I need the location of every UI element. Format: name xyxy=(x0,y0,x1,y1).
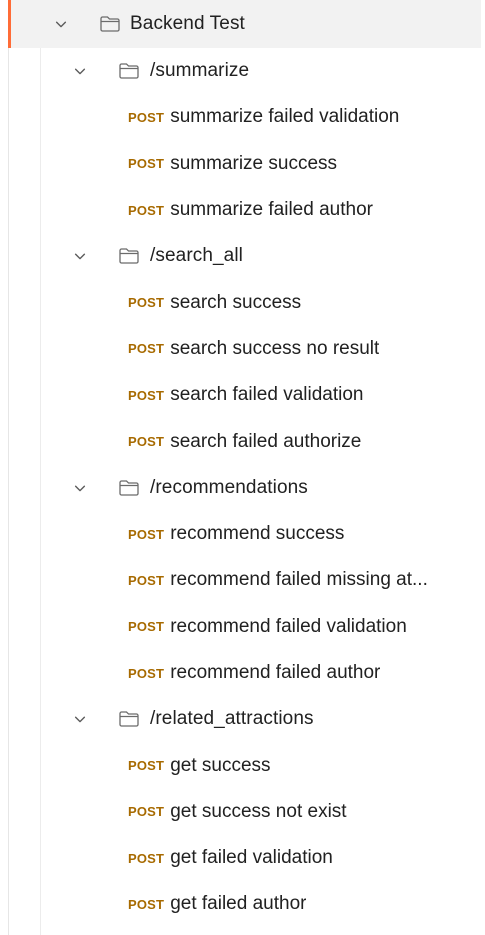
folder-icon xyxy=(118,478,140,498)
request-item[interactable]: POST get success xyxy=(0,742,485,788)
folder-item[interactable]: /related_attractions xyxy=(0,696,485,742)
method-badge: POST xyxy=(128,434,165,450)
request-name: get failed validation xyxy=(170,847,333,869)
request-name: recommend failed author xyxy=(170,662,381,683)
request-item[interactable]: POST get success not exist xyxy=(0,789,485,835)
folder-list: /summarize POST summarize failed validatio… xyxy=(0,48,485,928)
method-badge: POST xyxy=(128,758,165,774)
request-item[interactable]: POST recommend failed missing at... xyxy=(0,557,485,603)
request-name: get failed author xyxy=(170,893,307,915)
collection-item-backend-test[interactable]: Backend Test xyxy=(8,0,481,48)
folder-item[interactable]: /search_all xyxy=(0,233,485,279)
request-name: recommend success xyxy=(170,523,345,545)
folder-name: /summarize xyxy=(150,60,250,82)
request-item[interactable]: POST search success no result xyxy=(0,326,485,372)
method-badge: POST xyxy=(128,572,165,588)
request-name: recommend failed validation xyxy=(170,615,407,637)
request-item[interactable]: POST summarize failed author xyxy=(0,187,485,233)
request-name: search success xyxy=(170,291,302,313)
request-name: recommend failed missing at... xyxy=(170,569,428,591)
active-indicator xyxy=(8,0,11,48)
request-name: summarize success xyxy=(170,152,338,174)
method-badge: POST xyxy=(128,387,165,403)
collection-name: Backend Test xyxy=(130,13,245,34)
folder-name: /related_attractions xyxy=(150,708,314,730)
request-item[interactable]: POST search failed validation xyxy=(0,372,485,418)
request-name: summarize failed validation xyxy=(170,106,400,128)
chevron-down-icon[interactable] xyxy=(53,16,69,32)
folder-item[interactable]: /recommendations xyxy=(0,465,485,511)
method-badge: POST xyxy=(128,202,165,218)
method-badge: POST xyxy=(128,619,165,635)
request-item[interactable]: POST summarize success xyxy=(0,141,485,187)
folder-name: /search_all xyxy=(150,245,243,267)
method-badge: POST xyxy=(128,295,165,311)
method-badge: POST xyxy=(128,896,165,912)
method-badge: POST xyxy=(128,804,165,820)
request-name: get success not exist xyxy=(170,800,347,822)
request-name: search failed authorize xyxy=(170,430,362,452)
method-badge: POST xyxy=(128,526,165,542)
folder-icon xyxy=(99,14,121,34)
chevron-down-icon[interactable] xyxy=(72,480,88,496)
method-badge: POST xyxy=(128,341,165,357)
request-name: search failed validation xyxy=(170,384,364,406)
folder-name: /recommendations xyxy=(150,476,308,498)
request-item[interactable]: POST search success xyxy=(0,279,485,325)
method-badge: POST xyxy=(128,156,165,172)
method-badge: POST xyxy=(128,109,165,125)
chevron-down-icon[interactable] xyxy=(72,63,88,79)
request-item[interactable]: POST summarize failed validation xyxy=(0,94,485,140)
folder-item[interactable]: /summarize xyxy=(0,48,485,94)
folder-icon xyxy=(118,709,140,729)
collection-tree: Backend Test /summarize POST summarize fai… xyxy=(0,0,485,928)
request-item[interactable]: POST recommend failed author xyxy=(0,650,485,696)
request-item[interactable]: POST search failed authorize xyxy=(0,418,485,464)
request-name: search success no result xyxy=(170,337,380,359)
chevron-down-icon[interactable] xyxy=(72,248,88,264)
request-item[interactable]: POST recommend success xyxy=(0,511,485,557)
folder-icon xyxy=(118,61,140,81)
folder-icon xyxy=(118,246,140,266)
request-item[interactable]: POST get failed author xyxy=(0,881,485,927)
request-item[interactable]: POST recommend failed validation xyxy=(0,604,485,650)
method-badge: POST xyxy=(128,665,165,681)
chevron-down-icon[interactable] xyxy=(72,711,88,727)
request-item[interactable]: POST get failed validation xyxy=(0,835,485,881)
request-name: summarize failed author xyxy=(170,199,373,221)
method-badge: POST xyxy=(128,850,165,866)
request-name: get success xyxy=(170,754,271,776)
